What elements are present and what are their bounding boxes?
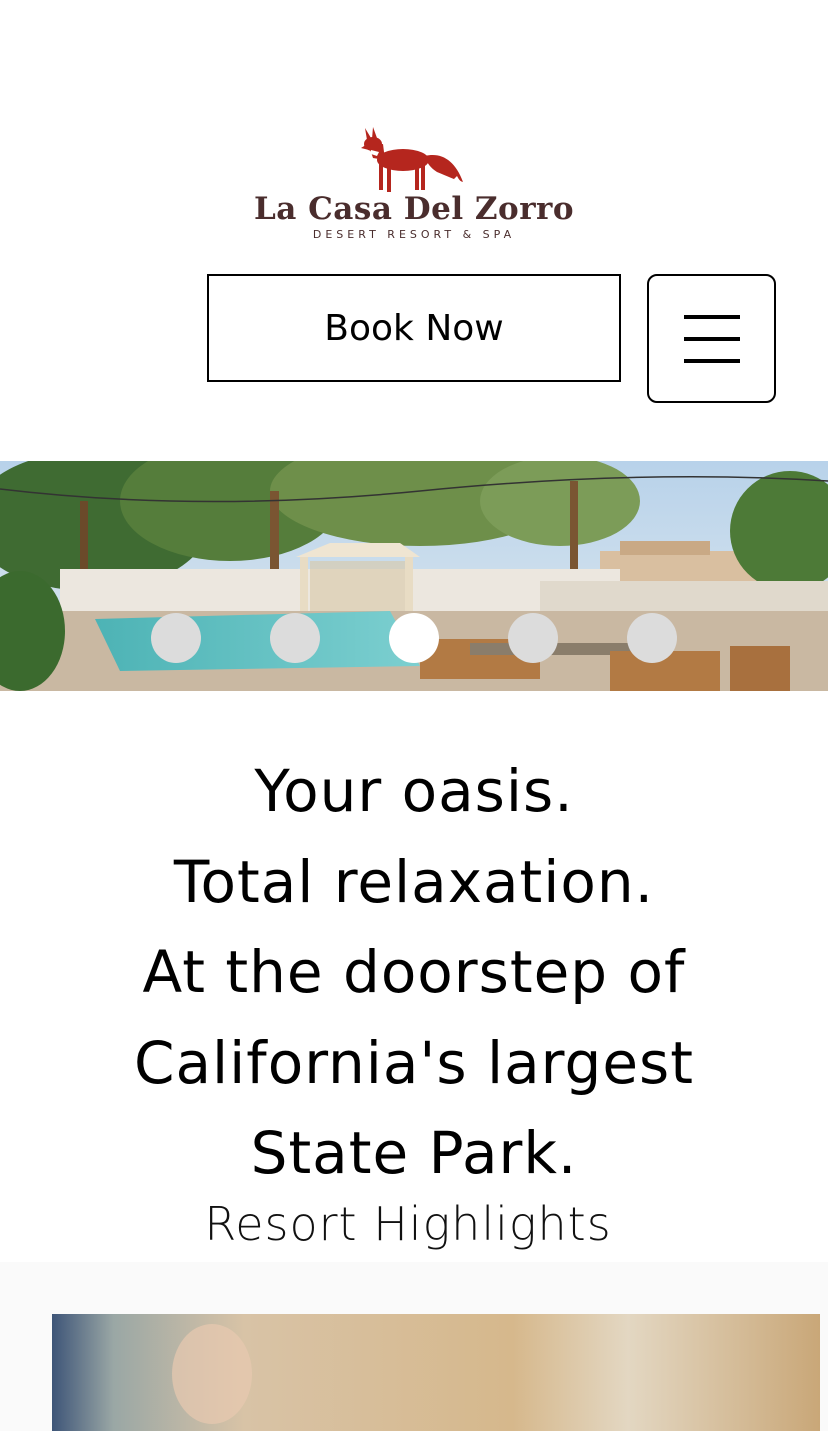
logo-name: La Casa Del Zorro — [253, 191, 575, 227]
highlight-image — [52, 1314, 820, 1431]
slider-pagination — [0, 613, 828, 663]
tagline-line: Total relaxation. — [173, 847, 655, 916]
hamburger-menu-icon — [683, 314, 740, 363]
tagline-line: California's largest — [134, 1028, 694, 1097]
slide-dot-5[interactable] — [627, 613, 677, 663]
book-now-button[interactable]: Book Now — [207, 274, 621, 382]
highlight-photo[interactable] — [52, 1314, 820, 1431]
slide-dot-4[interactable] — [508, 613, 558, 663]
tagline-line: State Park. — [250, 1119, 578, 1187]
logo-subtitle: DESERT RESORT & SPA — [312, 228, 516, 241]
menu-button[interactable] — [647, 274, 776, 403]
slide-dot-2[interactable] — [270, 613, 320, 663]
tagline-line: At the doorstep of — [142, 938, 686, 1006]
section-title: Resort Highlights — [204, 1197, 612, 1251]
fox-logo-icon — [361, 127, 463, 192]
tagline-line: Your oasis. — [254, 757, 574, 825]
slide-dot-1[interactable] — [151, 613, 201, 663]
hero-tagline: Your oasis. Total relaxation. At the doo… — [40, 746, 788, 1199]
resort-logo[interactable]: La Casa Del Zorro DESERT RESORT & SPA — [226, 126, 602, 254]
slide-dot-3-active[interactable] — [389, 613, 439, 663]
